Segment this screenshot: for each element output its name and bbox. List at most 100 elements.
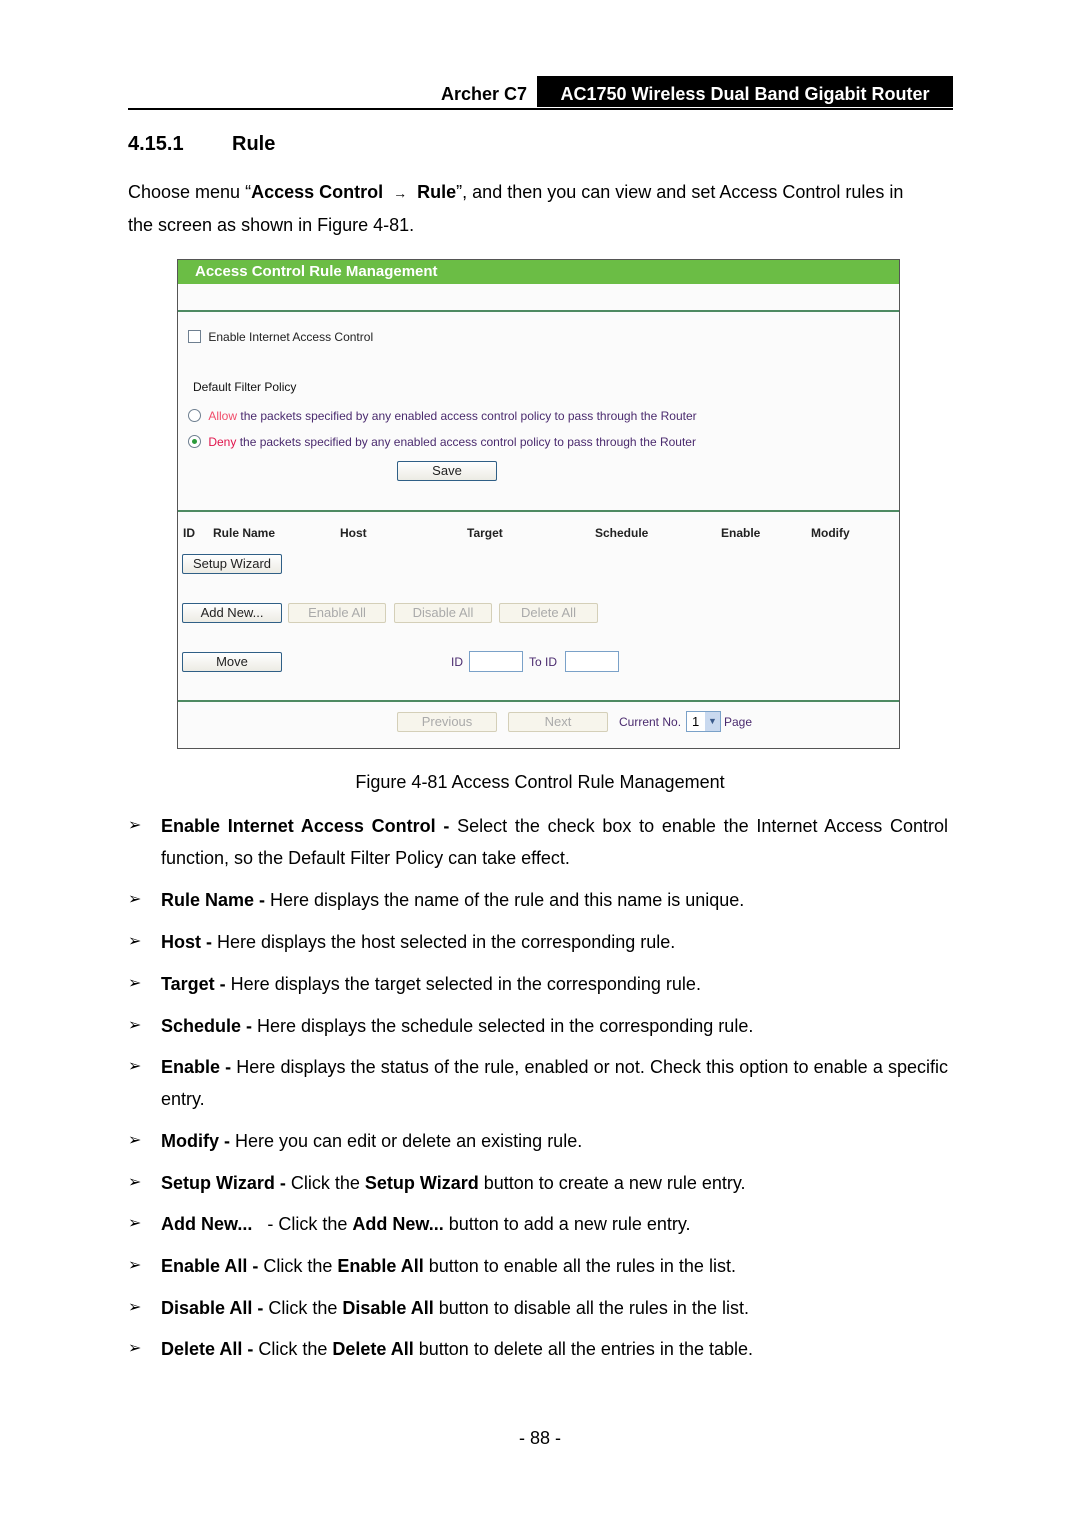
disable-all-button[interactable]: Disable All <box>394 603 492 623</box>
enable-access-control-checkbox[interactable] <box>188 330 201 344</box>
move-to-id-label: To ID <box>529 655 558 669</box>
save-button[interactable]: Save <box>397 461 497 481</box>
bullet-term: Target - <box>161 974 226 994</box>
access-control-rule-panel: Access Control Rule Management Enable In… <box>177 259 900 749</box>
policy-allow-radio[interactable] <box>188 409 201 423</box>
enable-access-control-label: Enable Internet Access Control <box>208 329 374 344</box>
bullet-description: Here you can edit or delete an existing … <box>230 1131 583 1151</box>
bullet-description: Click the <box>285 1173 365 1193</box>
bullet-text: Add New... - Click the Add New... button… <box>161 1208 948 1240</box>
allow-keyword: Allow <box>208 408 238 423</box>
bullet-arrow-icon: ➢ <box>128 1340 142 1357</box>
next-button[interactable]: Next <box>508 712 608 732</box>
bullet-text: Enable All - Click the Enable All button… <box>161 1250 948 1282</box>
add-new-button[interactable]: Add New... <box>182 603 282 623</box>
bullet-term: Delete All - <box>161 1339 254 1359</box>
menu-access-control: Access Control <box>251 182 384 202</box>
default-filter-policy-heading: Default Filter Policy <box>193 380 297 394</box>
bullet-item: ➢ Setup Wizard - Click the Setup Wizard b… <box>128 1167 948 1199</box>
bullet-item: ➢ Delete All - Click the Delete All butto… <box>128 1333 948 1365</box>
bullet-description: Here displays the target selected in the… <box>225 974 701 994</box>
bullet-description-tail: button to create a new rule entry. <box>478 1173 746 1193</box>
bullet-arrow-icon: ➢ <box>128 933 142 950</box>
bullet-arrow-icon: ➢ <box>128 1174 142 1191</box>
intro-text-3: the screen as shown in Figure 4-81. <box>128 215 415 235</box>
bullet-description: Here displays the status of the rule, en… <box>161 1057 954 1109</box>
bullet-term: Enable Internet Access Control - <box>161 816 450 836</box>
section-name: Rule <box>232 133 276 155</box>
bullet-arrow-icon: ➢ <box>128 1058 142 1075</box>
page-select-value: 1 <box>692 714 700 729</box>
bullet-item: ➢ Enable Internet Access Control - Select… <box>128 810 948 874</box>
bullet-description-tail: button to delete all the entries in the … <box>413 1339 753 1359</box>
column-modify: Modify <box>811 526 850 540</box>
chevron-down-icon[interactable]: ▼ <box>705 712 720 731</box>
bullet-term: Rule Name - <box>161 890 266 910</box>
bullet-item: ➢ Host - Here displays the host selected … <box>128 926 948 958</box>
header-model: Archer C7 <box>440 84 527 104</box>
move-id-input[interactable] <box>469 651 523 672</box>
bullet-term-inline: Enable All <box>337 1256 424 1276</box>
section-number: 4.15.1 <box>128 133 184 155</box>
move-to-id-input[interactable] <box>565 651 619 672</box>
column-rule-name: Rule Name <box>213 526 276 540</box>
column-host: Host <box>340 526 367 540</box>
bullet-term: Schedule - <box>161 1016 253 1036</box>
bullet-item: ➢ Target - Here displays the target selec… <box>128 968 948 1000</box>
menu-rule: Rule <box>417 182 457 202</box>
move-button[interactable]: Move <box>182 652 282 672</box>
bullet-term: Disable All - <box>161 1298 264 1318</box>
bullet-item: ➢ Add New... - Click the Add New... butto… <box>128 1208 948 1240</box>
current-no-label: Current No. <box>619 715 682 729</box>
deny-description: the packets specified by any enabled acc… <box>236 434 696 449</box>
bullet-arrow-icon: ➢ <box>128 1132 142 1149</box>
bullet-item: ➢ Enable - Here displays the status of th… <box>128 1051 948 1115</box>
bullet-description-tail: button to enable all the rules in the li… <box>423 1256 736 1276</box>
bullet-description: Here displays the host selected in the c… <box>212 932 676 952</box>
bullet-arrow-icon: ➢ <box>128 817 142 834</box>
deny-keyword: Deny <box>208 434 237 449</box>
delete-all-button[interactable]: Delete All <box>499 603 598 623</box>
bullet-text: Rule Name - Here displays the name of th… <box>161 884 948 916</box>
bullet-term-inline: Disable All <box>342 1298 434 1318</box>
setup-wizard-button[interactable]: Setup Wizard <box>182 554 282 574</box>
policy-deny-radio[interactable] <box>188 435 201 449</box>
bullet-item: ➢ Rule Name - Here displays the name of t… <box>128 884 948 916</box>
bullet-description: Click the <box>258 1256 338 1276</box>
bullet-term: Host - <box>161 932 212 952</box>
page-label: Page <box>724 715 753 729</box>
bullet-term: Add New... <box>161 1214 253 1234</box>
bullet-term-inline: Add New... <box>352 1214 444 1234</box>
allow-description: the packets specified by any enabled acc… <box>237 408 697 423</box>
enable-all-button[interactable]: Enable All <box>288 603 386 623</box>
intro-text: Choose menu “ <box>128 182 252 202</box>
bullet-text: Setup Wizard - Click the Setup Wizard bu… <box>161 1167 948 1199</box>
bullet-arrow-icon: ➢ <box>128 975 142 992</box>
previous-button[interactable]: Previous <box>397 712 497 732</box>
bullet-text: Target - Here displays the target select… <box>161 968 948 1000</box>
bullet-item: ➢ Enable All - Click the Enable All butto… <box>128 1250 948 1282</box>
bullet-text: Delete All - Click the Delete All button… <box>161 1333 948 1365</box>
bullet-text: Enable Internet Access Control - Select … <box>161 810 948 874</box>
bullet-arrow-icon: ➢ <box>128 1215 142 1232</box>
bullet-term-inline: Delete All <box>332 1339 414 1359</box>
bullet-term-inline: Setup Wizard <box>364 1173 479 1193</box>
bullet-description: Click the <box>253 1339 333 1359</box>
page-select[interactable]: 1 ▼ <box>686 711 721 732</box>
bullet-description-tail: button to disable all the rules in the l… <box>433 1298 749 1318</box>
page-number: - 88 - <box>518 1428 561 1448</box>
figure-caption: Figure 4-81 Access Control Rule Manageme… <box>355 772 725 792</box>
divider <box>178 310 899 312</box>
bullet-item: ➢ Modify - Here you can edit or delete an… <box>128 1125 948 1157</box>
bullet-description: Here displays the schedule selected in t… <box>252 1016 754 1036</box>
bullet-description: Here displays the name of the rule and t… <box>265 890 745 910</box>
column-id: ID <box>183 526 195 540</box>
bullet-description: - Click the <box>252 1214 353 1234</box>
bullet-term: Enable - <box>161 1057 232 1077</box>
bullet-description: Click the <box>263 1298 343 1318</box>
header-product: AC1750 Wireless Dual Band Gigabit Router <box>537 76 953 107</box>
bullet-term: Setup Wizard - <box>161 1173 286 1193</box>
divider <box>178 510 899 512</box>
bullet-text: Enable - Here displays the status of the… <box>161 1051 948 1115</box>
move-id-label: ID <box>451 655 463 669</box>
